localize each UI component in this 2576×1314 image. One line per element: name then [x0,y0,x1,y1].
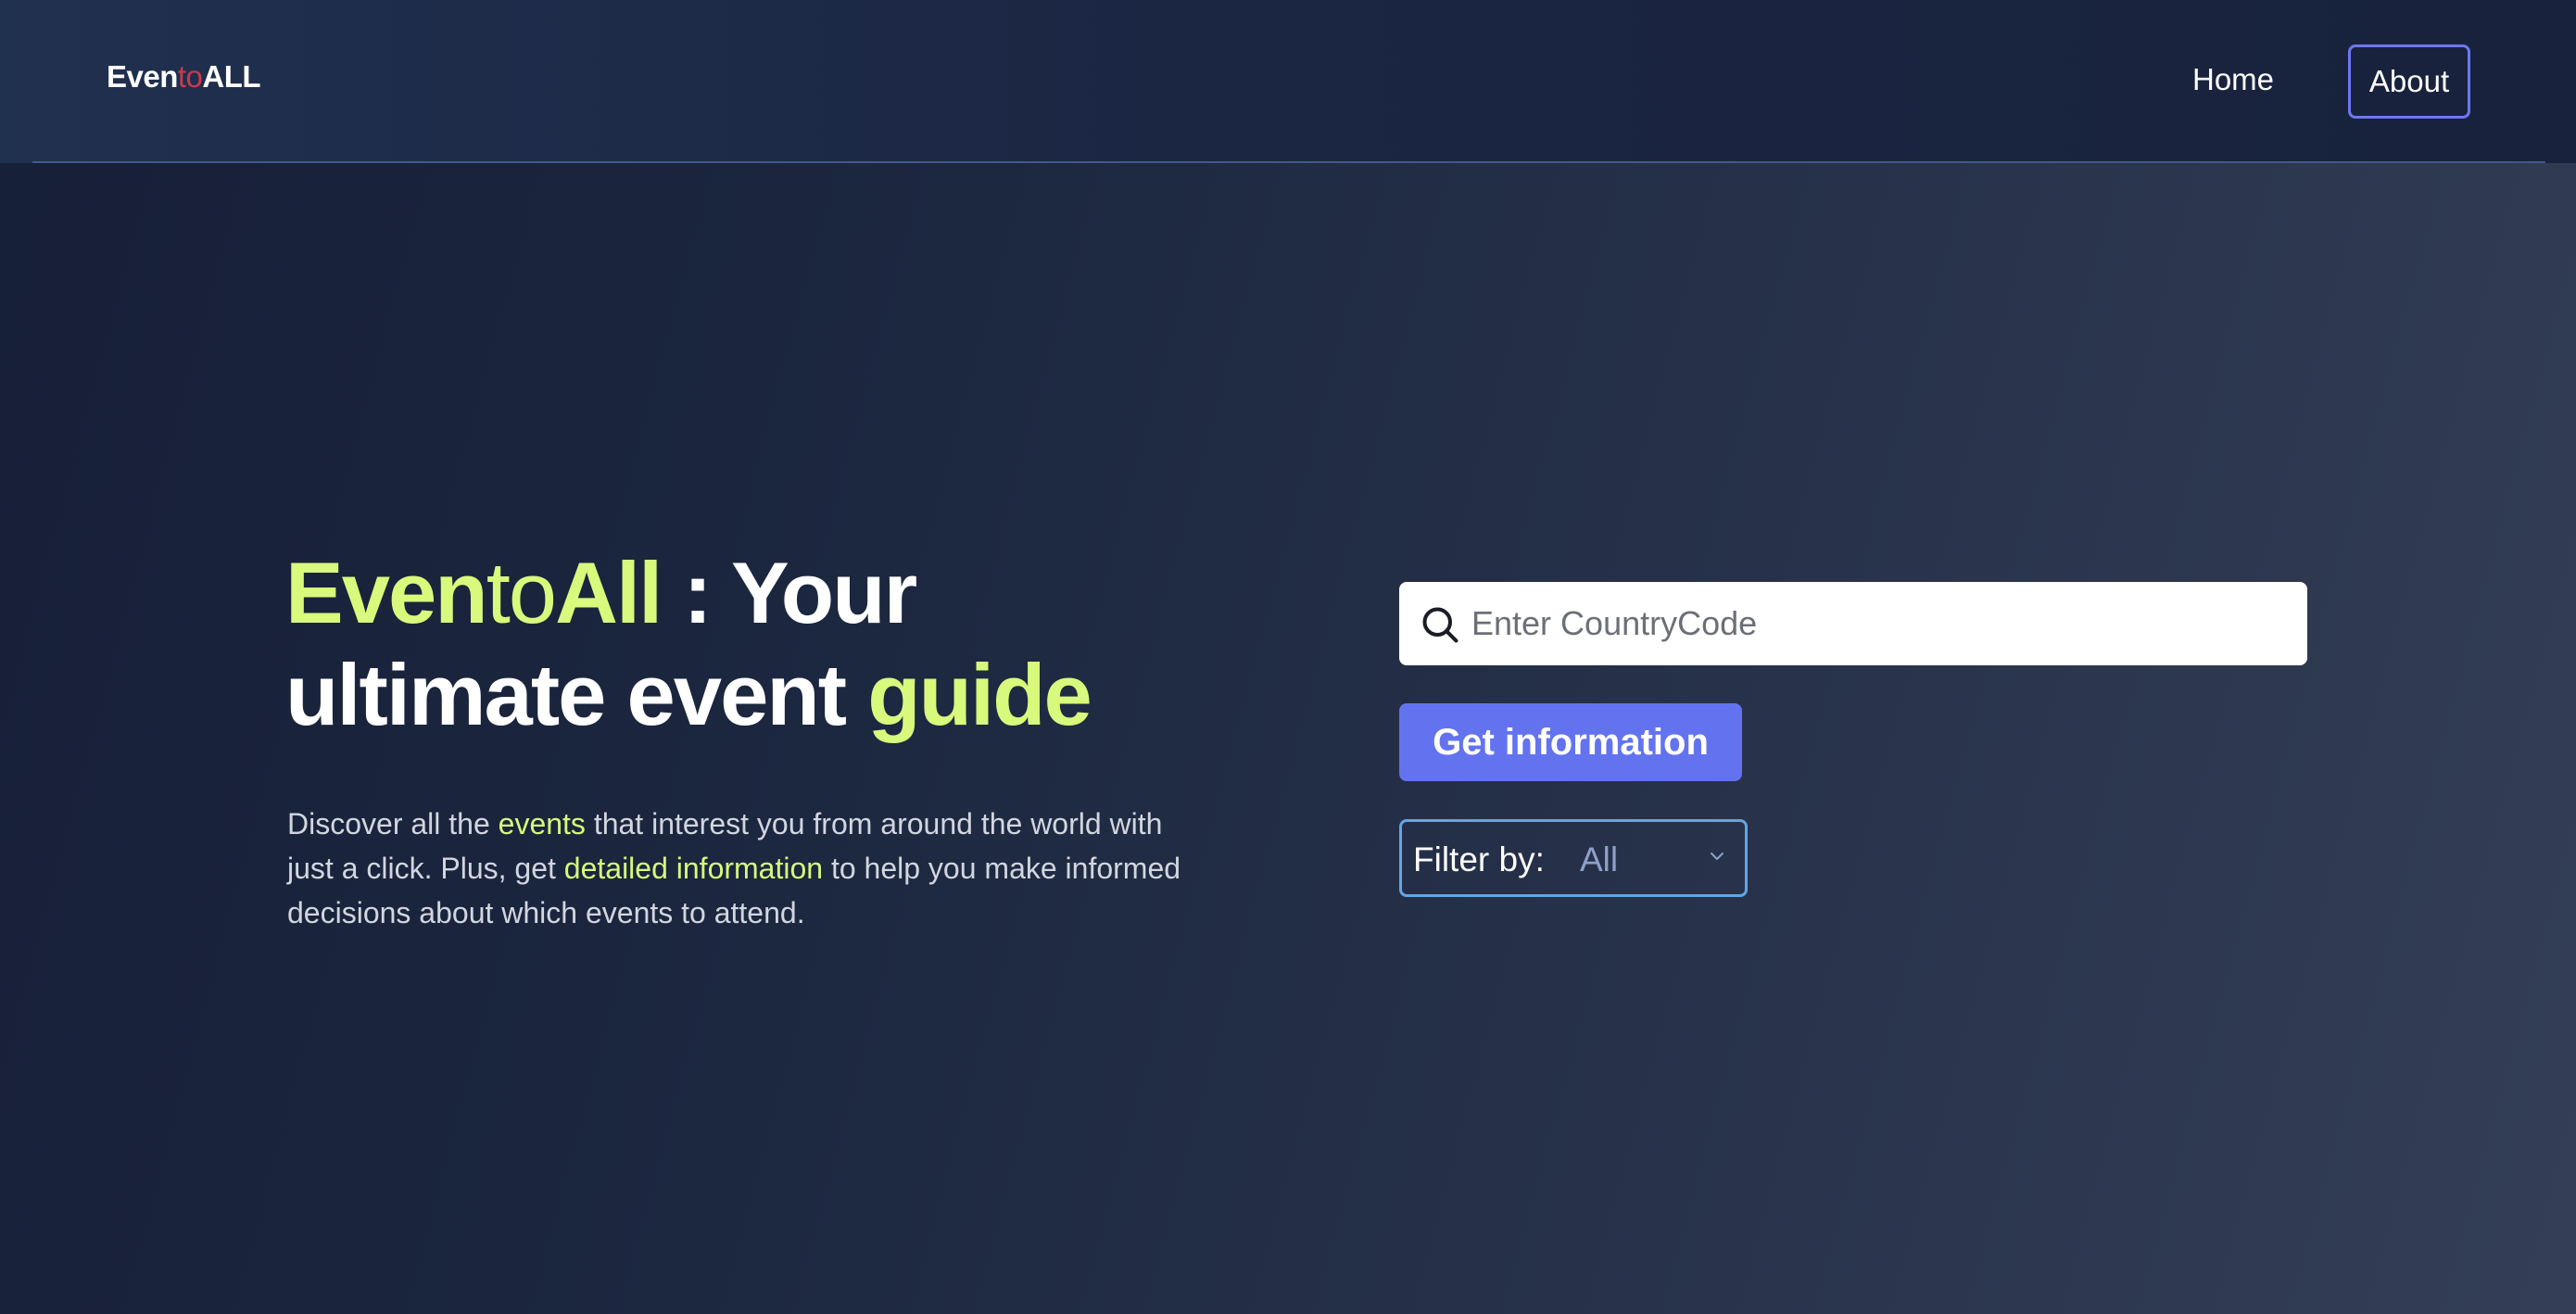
hero-title-line2: ultimate event [285,646,868,743]
nav-home-link[interactable]: Home [2178,44,2289,115]
nav-divider [32,161,2545,163]
logo-part-to: to [177,59,203,94]
desc-text-1: Discover all the [287,807,499,840]
filter-selected-value: All [1580,840,1619,878]
hero-brand-to: to [486,544,557,641]
hero-title: EventoAll : Your ultimate event guide [285,542,1212,746]
filter-control: Filter by: All [1399,819,1748,897]
logo-part-all: ALL [202,59,261,94]
get-information-button[interactable]: Get information [1399,703,1742,781]
logo-part-even: Even [107,59,178,94]
desc-highlight-detailed: detailed information [563,852,824,885]
navbar: EventoALL Home About [0,0,2576,163]
search-icon [1422,607,1458,643]
chevron-down-icon [1711,853,1724,860]
search-box [1399,582,2307,665]
hero-title-rest: : Your [661,544,917,641]
filter-label: Filter by: [1413,840,1545,878]
logo[interactable]: EventoALL [107,59,261,95]
hero-brand-even: Even [285,544,488,641]
hero-brand-all: All [555,544,663,641]
nav-about-link[interactable]: About [2348,44,2470,119]
desc-highlight-events: events [498,807,586,840]
hero-title-highlight: guide [867,646,1092,743]
hero-description: Discover all the events that interest yo… [287,802,1195,935]
country-code-input[interactable] [1471,582,2287,665]
filter-select[interactable]: All [1567,839,1734,879]
